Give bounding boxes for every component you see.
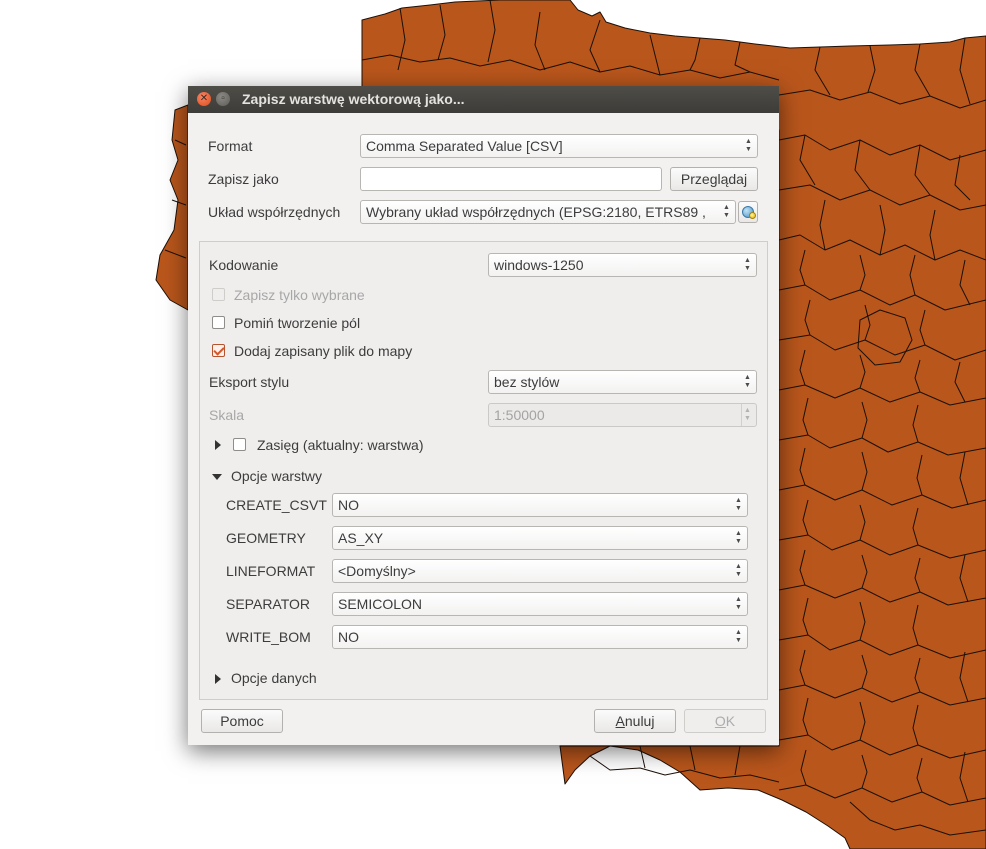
style-export-label: Eksport stylu <box>209 374 290 390</box>
cancel-button-mnemonic: A <box>615 713 625 729</box>
crs-combobox[interactable]: Wybrany układ współrzędnych (EPSG:2180, … <box>360 200 736 224</box>
minimize-icon[interactable]: ▫ <box>216 92 230 106</box>
layer-option-combobox[interactable]: <Domyślny> ▲ ▼ <box>332 559 748 583</box>
combo-arrows-icon: ▲ ▼ <box>735 497 742 512</box>
ok-button-mnemonic: O <box>714 713 726 729</box>
combo-arrows-icon: ▲ ▼ <box>735 530 742 545</box>
spin-arrows-icon: ▲ ▼ <box>744 407 751 422</box>
combo-arrows-icon: ▲ ▼ <box>744 257 751 272</box>
layer-option-combobox[interactable]: NO ▲ ▼ <box>332 493 748 517</box>
extent-checkbox[interactable] <box>233 438 246 451</box>
ok-button[interactable]: OK <box>684 709 766 733</box>
crs-selector-button[interactable] <box>738 201 758 223</box>
save-as-label: Zapisz jako <box>208 171 279 187</box>
collapse-arrow-icon[interactable] <box>212 474 222 480</box>
help-button[interactable]: Pomoc <box>201 709 283 733</box>
style-export-combobox[interactable]: bez stylów ▲ ▼ <box>488 370 757 394</box>
layer-option-value: <Domyślny> <box>338 563 416 579</box>
layer-option-key: CREATE_CSVT <box>226 497 327 513</box>
format-label: Format <box>208 138 253 154</box>
combo-arrows-icon: ▲ ▼ <box>723 204 730 219</box>
encoding-value: windows-1250 <box>494 257 584 273</box>
save-as-input[interactable] <box>360 167 662 191</box>
extent-label: Zasięg (aktualny: warstwa) <box>257 437 424 453</box>
combo-arrows-icon: ▲ ▼ <box>735 629 742 644</box>
layer-option-value: NO <box>338 497 359 513</box>
combo-arrows-icon: ▲ ▼ <box>745 138 752 153</box>
add-to-map-checkbox[interactable] <box>212 344 225 357</box>
cancel-button-label: nuluj <box>624 713 655 729</box>
selected-only-checkbox[interactable] <box>212 288 225 301</box>
skip-fields-label: Pomiń tworzenie pól <box>234 315 361 331</box>
combo-arrows-icon: ▲ ▼ <box>744 374 751 389</box>
map-region <box>155 104 189 311</box>
crs-selector-icon <box>742 206 756 219</box>
layer-option-value: NO <box>338 629 359 645</box>
layer-option-key: GEOMETRY <box>226 530 306 546</box>
scale-spinbox[interactable]: 1:50000 ▲ ▼ <box>488 403 757 427</box>
ok-button-label: K <box>725 713 736 729</box>
layer-option-key: LINEFORMAT <box>226 563 316 579</box>
close-icon[interactable]: ✕ <box>197 92 211 106</box>
expand-arrow-icon[interactable] <box>215 440 221 450</box>
layer-option-combobox[interactable]: SEMICOLON ▲ ▼ <box>332 592 748 616</box>
layer-options-header[interactable]: Opcje warstwy <box>231 468 322 484</box>
encoding-label: Kodowanie <box>209 257 279 273</box>
save-vector-layer-dialog: ✕ ▫ Zapisz warstwę wektorową jako... For… <box>188 86 779 745</box>
style-export-value: bez stylów <box>494 374 560 390</box>
cancel-button[interactable]: Anuluj <box>594 709 676 733</box>
format-value: Comma Separated Value [CSV] <box>366 138 563 154</box>
dialog-titlebar: ✕ ▫ Zapisz warstwę wektorową jako... <box>188 86 779 113</box>
scale-value: 1:50000 <box>494 407 545 423</box>
encoding-combobox[interactable]: windows-1250 ▲ ▼ <box>488 253 757 277</box>
layer-option-combobox[interactable]: NO ▲ ▼ <box>332 625 748 649</box>
scale-label: Skala <box>209 407 245 423</box>
combo-arrows-icon: ▲ ▼ <box>735 596 742 611</box>
crs-label: Układ współrzędnych <box>208 204 341 220</box>
data-options-header[interactable]: Opcje danych <box>231 670 317 686</box>
dialog-title: Zapisz warstwę wektorową jako... <box>242 91 465 107</box>
options-panel: Kodowanie windows-1250 ▲ ▼ Zapisz tylko w… <box>199 241 768 700</box>
layer-option-value: AS_XY <box>338 530 384 546</box>
crs-value: Wybrany układ współrzędnych (EPSG:2180, … <box>366 204 706 220</box>
spinbox-divider <box>741 404 742 426</box>
layer-option-key: WRITE_BOM <box>226 629 311 645</box>
add-to-map-label: Dodaj zapisany plik do mapy <box>234 343 413 359</box>
layer-option-combobox[interactable]: AS_XY ▲ ▼ <box>332 526 748 550</box>
combo-arrows-icon: ▲ ▼ <box>735 563 742 578</box>
layer-option-value: SEMICOLON <box>338 596 423 612</box>
selected-only-label: Zapisz tylko wybrane <box>234 287 365 303</box>
layer-option-key: SEPARATOR <box>226 596 311 612</box>
skip-fields-checkbox[interactable] <box>212 316 225 329</box>
format-combobox[interactable]: Comma Separated Value [CSV] ▲ ▼ <box>360 134 758 158</box>
browse-button[interactable]: Przeglądaj <box>670 167 758 191</box>
expand-arrow-icon[interactable] <box>215 674 221 684</box>
